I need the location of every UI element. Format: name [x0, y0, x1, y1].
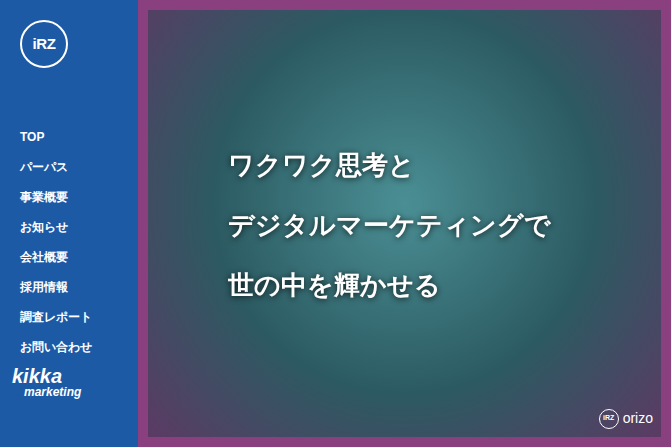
- nav-item[interactable]: お知らせ: [20, 212, 118, 242]
- hero-line: 世の中を輝かせる: [228, 255, 661, 315]
- nav-item[interactable]: お問い合わせ: [20, 332, 118, 362]
- nav-item[interactable]: 会社概要: [20, 242, 118, 272]
- brand-logo: iRZorizo: [599, 408, 653, 429]
- hero-heading: ワクワク思考とデジタルマーケティングで世の中を輝かせる: [148, 10, 661, 315]
- nav-item[interactable]: 調査レポート: [20, 302, 118, 332]
- nav-item[interactable]: 採用情報: [20, 272, 118, 302]
- sidebar: iRZ TOPパーパス事業概要お知らせ会社概要採用情報調査レポートお問い合わせ ki…: [0, 0, 138, 447]
- hero-line: ワクワク思考と: [228, 135, 661, 195]
- main-nav: TOPパーパス事業概要お知らせ会社概要採用情報調査レポートお問い合わせ: [20, 122, 118, 362]
- hero-line: デジタルマーケティングで: [228, 195, 661, 255]
- nav-item[interactable]: パーパス: [20, 152, 118, 182]
- nav-item[interactable]: TOP: [20, 122, 118, 152]
- page: iRZ TOPパーパス事業概要お知らせ会社概要採用情報調査レポートお問い合わせ ki…: [0, 0, 671, 447]
- hero: ワクワク思考とデジタルマーケティングで世の中を輝かせる iRZorizo: [138, 0, 671, 447]
- nav-item[interactable]: 事業概要: [20, 182, 118, 212]
- partner-logo[interactable]: kikkamarketing: [12, 366, 118, 398]
- brand-mark-icon: iRZ: [599, 409, 619, 429]
- company-logo[interactable]: iRZ: [20, 20, 68, 68]
